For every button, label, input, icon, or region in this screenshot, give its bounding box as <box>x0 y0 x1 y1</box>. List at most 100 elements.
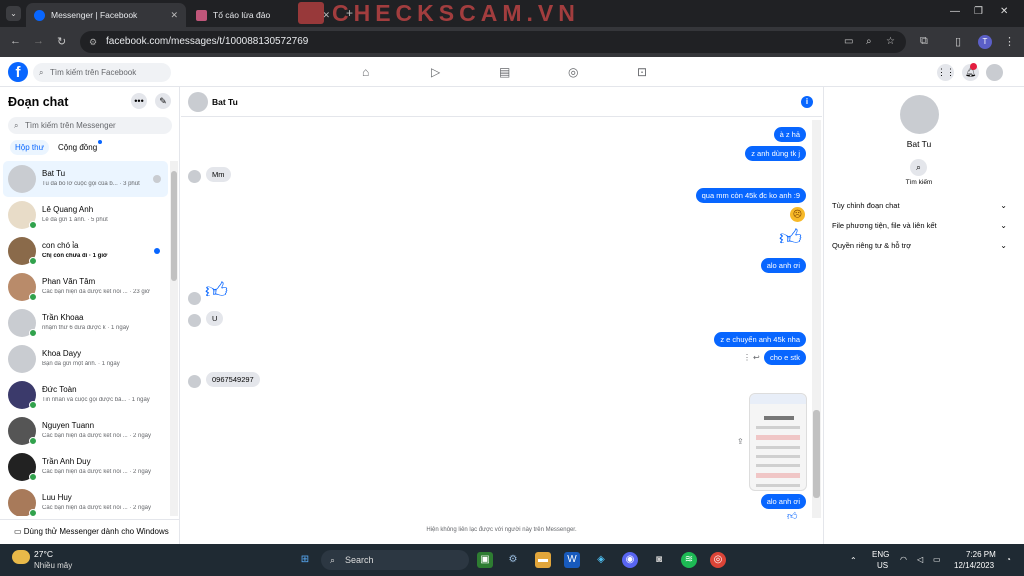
section-privacy[interactable]: Quyền riêng tư & hỗ trợ ⌄ <box>832 241 1007 250</box>
avatar <box>188 375 201 388</box>
chat-preview: nhậm thứ 6 đưa được k · 1 ngày <box>42 325 130 331</box>
sidepanel-icon[interactable]: ▯ <box>955 35 961 48</box>
chrome-icon[interactable]: ◎ <box>710 552 726 568</box>
browser-profile-avatar[interactable]: T <box>978 35 992 49</box>
account-avatar[interactable] <box>986 64 1003 81</box>
word-icon[interactable]: W <box>564 552 580 568</box>
image-message[interactable] <box>749 393 807 491</box>
reply-icon[interactable]: ↩ <box>753 353 760 362</box>
scrollbar-thumb[interactable] <box>813 410 820 498</box>
menu-grid-icon[interactable]: ⋮⋮ <box>937 64 955 81</box>
chat-item[interactable]: Bat Tu Tu đã bỏ lỡ cuộc gọi của b... · 3… <box>3 161 168 197</box>
menu-icon[interactable]: ⋮ <box>1004 35 1015 48</box>
message-received: 0967549297 <box>206 372 260 387</box>
message-sent: qua mm còn 45k đc ko anh :9 <box>695 188 806 203</box>
chat-item[interactable]: Trần Khoaa nhậm thứ 6 đưa được k · 1 ngà… <box>3 305 168 341</box>
taskbar-search[interactable]: ⌕ Search <box>321 550 469 570</box>
conversation-name[interactable]: Bat Tu <box>212 97 238 107</box>
close-window-button[interactable]: ✕ <box>1000 6 1008 17</box>
notification-badge <box>970 63 977 70</box>
notification-center-icon[interactable]: ◔ <box>1006 555 1011 564</box>
online-indicator <box>29 329 37 337</box>
chat-item[interactable]: Khoa Dayy Bạn đã gửi một ảnh. · 1 ngày <box>3 341 168 377</box>
chat-item[interactable]: Trần Anh Duy Các bạn hiện đã được kết nố… <box>3 449 168 485</box>
chat-list: Bat Tu Tu đã bỏ lỡ cuộc gọi của b... · 3… <box>3 161 168 516</box>
start-icon[interactable]: ⊞ <box>297 552 313 568</box>
share-icon[interactable]: ⇪ <box>737 437 744 446</box>
facebook-logo[interactable]: f <box>8 62 28 82</box>
weather-icon[interactable] <box>12 550 30 564</box>
chat-list-scrollbar[interactable] <box>170 161 178 516</box>
tab-inbox[interactable]: Hộp thư <box>10 140 49 155</box>
app-icon[interactable]: ◈ <box>593 552 609 568</box>
chat-item[interactable]: Luu Huy Các bạn hiện đã được kết nối ...… <box>3 485 168 516</box>
chat-item[interactable]: Phan Văn Tâm Các bạn hiện đã được kết nố… <box>3 269 168 305</box>
image-row <box>756 446 800 449</box>
scrollbar-thumb[interactable] <box>171 171 177 281</box>
back-icon[interactable]: ← <box>10 35 21 47</box>
home-icon[interactable]: ⌂ <box>362 65 369 79</box>
minimize-button[interactable]: — <box>950 6 960 17</box>
url-bar[interactable]: ⚙ facebook.com/messages/t/10008813057276… <box>80 31 906 53</box>
weather-temperature[interactable]: 27°C <box>34 549 53 559</box>
close-tab-icon[interactable]: ✕ <box>170 10 178 21</box>
tab-search-button[interactable]: ⌄ <box>6 6 21 21</box>
video-icon[interactable]: ▷ <box>431 65 440 79</box>
conversation-scrollbar[interactable] <box>812 120 821 518</box>
marketplace-icon[interactable]: ▤ <box>499 65 510 79</box>
zoom-icon[interactable]: ⌕ <box>866 31 872 53</box>
chat-item[interactable]: con chó ỉa Chị còn chưa đi · 1 giờ <box>3 233 168 269</box>
forward-icon[interactable]: → <box>33 35 44 47</box>
chat-preview: Các bạn hiện đã được kết nối ... · 23 gi… <box>42 289 150 295</box>
reload-icon[interactable]: ↻ <box>57 35 66 48</box>
messenger-search-input[interactable]: ⌕ Tìm kiếm trên Messenger <box>8 117 172 134</box>
info-icon[interactable]: i <box>801 96 813 108</box>
chat-item[interactable]: Lê Quang Anh Lê đã gửi 1 ảnh. · 5 phút <box>3 197 168 233</box>
image-header <box>750 394 806 404</box>
gaming-icon[interactable]: ⊡ <box>637 65 647 79</box>
section-customize[interactable]: Tùy chỉnh đoạn chat ⌄ <box>832 201 1007 210</box>
facebook-search-input[interactable]: ⌕ Tìm kiếm trên Facebook <box>33 63 171 82</box>
wifi-icon[interactable]: ◠ <box>900 555 907 564</box>
chat-item[interactable]: Nguyen Tuann Các bạn hiện đã được kết nố… <box>3 413 168 449</box>
section-media[interactable]: File phương tiện, file và liên kết ⌄ <box>832 221 1007 230</box>
chevron-down-icon: ⌄ <box>1000 221 1007 230</box>
avatar[interactable] <box>188 92 208 112</box>
new-message-icon[interactable]: ✎ <box>155 93 171 109</box>
chat-name: con chó ỉa <box>42 241 79 250</box>
app-icon[interactable]: ▣ <box>477 552 493 568</box>
settings-icon[interactable]: ⚙ <box>505 552 521 568</box>
unread-dot <box>154 248 160 254</box>
more-options-icon[interactable]: ••• <box>131 93 147 109</box>
chat-name: Luu Huy <box>42 493 72 502</box>
online-indicator <box>29 401 37 409</box>
file-explorer-icon[interactable]: ▬ <box>535 552 551 568</box>
search-icon[interactable]: ⌕ <box>910 159 927 176</box>
chevron-up-icon[interactable]: ⌃ <box>850 556 857 565</box>
battery-icon[interactable]: ▭ <box>933 555 941 564</box>
windows-taskbar: 27°C Nhiều mây ⊞ ⌕ Search ▣ ⚙ ▬ W ◈ ◉ ◙ ≋… <box>0 544 1024 576</box>
more-actions-icon[interactable]: ⋮ <box>743 353 751 362</box>
like-icon: 👍︎ <box>779 225 802 250</box>
discord-icon[interactable]: ◉ <box>622 552 638 568</box>
site-info-icon[interactable]: ⚙ <box>89 31 97 53</box>
facebook-favicon-icon <box>34 9 45 21</box>
chat-preview: Tin nhắn và cuộc gọi được bả... · 1 ngày <box>42 397 150 403</box>
language-code[interactable]: ENG <box>872 550 889 559</box>
extensions-icon[interactable]: ⧉ <box>920 35 928 48</box>
tab-messenger[interactable]: Messenger | Facebook ✕ <box>26 3 186 27</box>
spotify-icon[interactable]: ≋ <box>681 552 697 568</box>
install-app-icon[interactable]: ▭ <box>844 31 853 53</box>
groups-icon[interactable]: ◎ <box>568 65 578 79</box>
chat-name: Phan Văn Tâm <box>42 277 96 286</box>
chat-item[interactable]: Đức Toàn Tin nhắn và cuộc gọi được bả...… <box>3 377 168 413</box>
online-indicator <box>29 257 37 265</box>
try-windows-link[interactable]: ▭ Dùng thử Messenger dành cho Windows <box>0 519 180 544</box>
tab-title: Messenger | Facebook <box>51 10 138 20</box>
maximize-button[interactable]: ❐ <box>974 6 983 17</box>
camera-icon[interactable]: ◙ <box>651 552 667 568</box>
clock-time[interactable]: 7:26 PM <box>966 550 996 559</box>
bookmark-star-icon[interactable]: ☆ <box>886 31 895 53</box>
tab-communities[interactable]: Cộng đồng <box>53 140 102 155</box>
volume-icon[interactable]: ◁ <box>917 555 923 564</box>
